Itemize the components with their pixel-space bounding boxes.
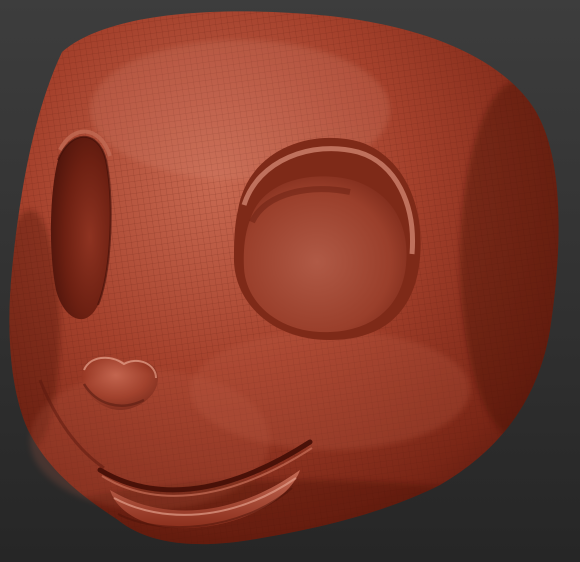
sculpt-viewport[interactable] [0,0,580,562]
eye-socket-left[interactable] [50,129,112,320]
sculpt-canvas[interactable] [0,0,580,562]
eye-socket-right[interactable] [233,137,421,340]
